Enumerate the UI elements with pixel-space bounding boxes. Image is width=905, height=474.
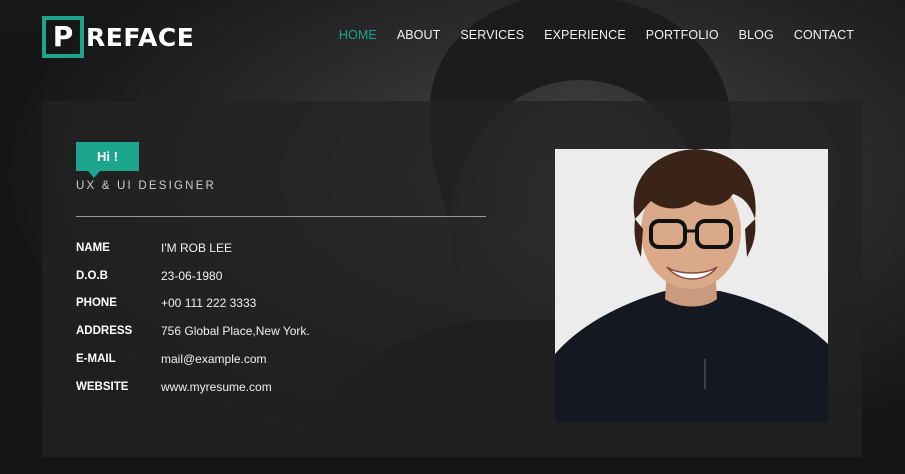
nav-services[interactable]: SERVICES — [460, 28, 524, 42]
info-row-website: WEBSITE www.myresume.com — [76, 373, 310, 401]
logo[interactable]: P REFACE — [42, 14, 194, 60]
nav-portfolio[interactable]: PORTFOLIO — [646, 28, 719, 42]
info-label: E-MAIL — [76, 353, 116, 366]
greeting-badge: Hi ! — [76, 142, 139, 178]
nav-home[interactable]: HOME — [339, 28, 377, 42]
info-label: NAME — [76, 241, 110, 254]
person-portrait-icon — [555, 149, 828, 422]
nav-blog[interactable]: BLOG — [739, 28, 774, 42]
logo-text: REFACE — [86, 22, 195, 52]
profile-photo — [555, 149, 828, 422]
info-row-phone: PHONE +00 111 222 3333 — [76, 290, 310, 318]
info-row-dob: D.O.B 23-06-1980 — [76, 262, 310, 290]
info-row-address: ADDRESS 756 Global Place,New York. — [76, 317, 310, 345]
info-list: NAME I'M ROB LEE D.O.B 23-06-1980 PHONE … — [76, 234, 310, 401]
divider — [76, 216, 486, 217]
info-label: D.O.B — [76, 269, 108, 282]
logo-mark: P — [42, 16, 84, 58]
info-value: +00 111 222 3333 — [161, 296, 257, 311]
page: P REFACE HOME ABOUT SERVICES EXPERIENCE … — [0, 0, 905, 474]
info-label: PHONE — [76, 297, 117, 310]
info-row-email: E-MAIL mail@example.com — [76, 345, 310, 373]
nav-contact[interactable]: CONTACT — [794, 28, 854, 42]
profile-panel: Hi ! UX & UI DESIGNER NAME I'M ROB LEE D… — [42, 101, 862, 457]
info-label: WEBSITE — [76, 380, 129, 393]
info-value[interactable]: www.myresume.com — [161, 380, 272, 394]
info-value: 23-06-1980 — [161, 268, 223, 283]
info-value[interactable]: mail@example.com — [161, 352, 267, 366]
main-nav: HOME ABOUT SERVICES EXPERIENCE PORTFOLIO… — [319, 28, 854, 42]
role-title: UX & UI DESIGNER — [76, 180, 216, 192]
info-label: ADDRESS — [76, 325, 133, 338]
info-value: 756 Global Place,New York. — [161, 324, 310, 339]
nav-experience[interactable]: EXPERIENCE — [544, 28, 626, 42]
info-row-name: NAME I'M ROB LEE — [76, 234, 310, 262]
info-value: I'M ROB LEE — [161, 240, 232, 255]
nav-about[interactable]: ABOUT — [397, 28, 441, 42]
